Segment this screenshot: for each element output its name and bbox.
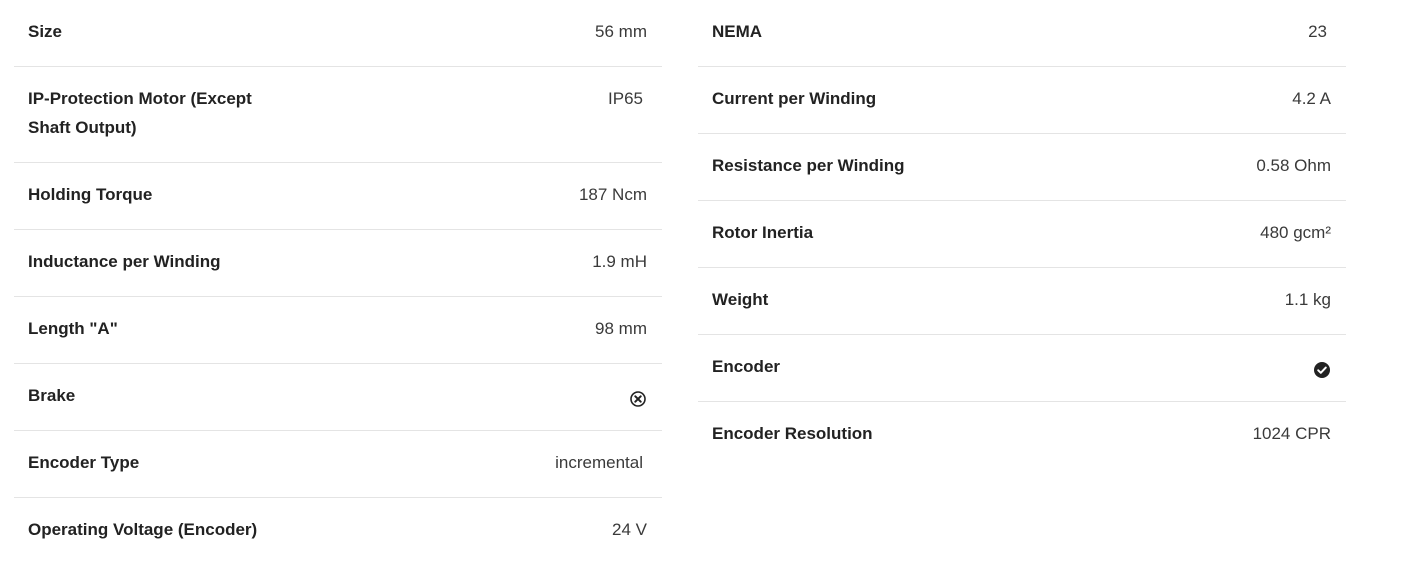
- spec-row-operating-voltage: Operating Voltage (Encoder) 24 V: [14, 498, 662, 565]
- spec-value: 1.1 kg: [1284, 290, 1331, 309]
- spec-label: Encoder Resolution: [712, 424, 873, 443]
- spec-label: Holding Torque: [28, 185, 153, 204]
- spec-table-right: NEMA 23 Current per Winding 4.2 A Resist…: [698, 0, 1346, 469]
- spec-label: Rotor Inertia: [712, 223, 814, 242]
- spec-label: Resistance per Winding: [712, 156, 905, 175]
- spec-row-length: Length "A" 98 mm: [14, 297, 662, 364]
- spec-label: Brake: [28, 386, 76, 405]
- spec-label: NEMA: [712, 22, 763, 41]
- x-circle-icon: [629, 390, 647, 408]
- spec-label: Weight: [712, 290, 769, 309]
- spec-label: Current per Winding: [712, 89, 877, 108]
- spec-row-size: Size 56 mm: [14, 0, 662, 67]
- spec-label: IP-Protection Motor (Except Shaft Output…: [28, 89, 252, 137]
- spec-row-rotor-inertia: Rotor Inertia 480 gcm²: [698, 201, 1346, 268]
- spec-row-encoder: Encoder: [698, 335, 1346, 402]
- spec-label: Size: [28, 22, 63, 41]
- spec-value: incremental: [555, 453, 643, 472]
- spec-value: 24 V: [612, 520, 647, 539]
- spec-value: 56 mm: [595, 22, 647, 41]
- spec-value: 1024 CPR: [1252, 424, 1331, 443]
- spec-row-resistance: Resistance per Winding 0.58 Ohm: [698, 134, 1346, 201]
- spec-value: 23: [1308, 22, 1327, 41]
- spec-row-encoder-resolution: Encoder Resolution 1024 CPR: [698, 402, 1346, 469]
- spec-label: Encoder Type: [28, 453, 140, 472]
- spec-row-holding-torque: Holding Torque 187 Ncm: [14, 163, 662, 230]
- spec-row-encoder-type: Encoder Type incremental: [14, 431, 662, 498]
- spec-row-weight: Weight 1.1 kg: [698, 268, 1346, 335]
- spec-row-inductance: Inductance per Winding 1.9 mH: [14, 230, 662, 297]
- spec-value: 187 Ncm: [578, 185, 647, 204]
- spec-row-brake: Brake: [14, 364, 662, 431]
- spec-label: Operating Voltage (Encoder): [28, 520, 258, 539]
- spec-label: Inductance per Winding: [28, 252, 221, 271]
- spec-row-nema: NEMA 23: [698, 0, 1346, 67]
- spec-row-current: Current per Winding 4.2 A: [698, 67, 1346, 134]
- check-circle-icon: [1313, 361, 1331, 379]
- spec-value: 480 gcm²: [1260, 223, 1331, 242]
- spec-value: 1.9 mH: [592, 252, 647, 271]
- spec-table-left: Size 56 mm IP-Protection Motor (Except S…: [14, 0, 662, 565]
- spec-value: 0.58 Ohm: [1256, 156, 1331, 175]
- spec-row-ip-protection: IP-Protection Motor (Except Shaft Output…: [14, 67, 662, 163]
- spec-label: Length "A": [28, 319, 118, 338]
- spec-label: Encoder: [712, 357, 781, 376]
- spec-value: 98 mm: [595, 319, 647, 338]
- spec-value: IP65: [608, 89, 643, 108]
- spec-value: 4.2 A: [1292, 89, 1331, 108]
